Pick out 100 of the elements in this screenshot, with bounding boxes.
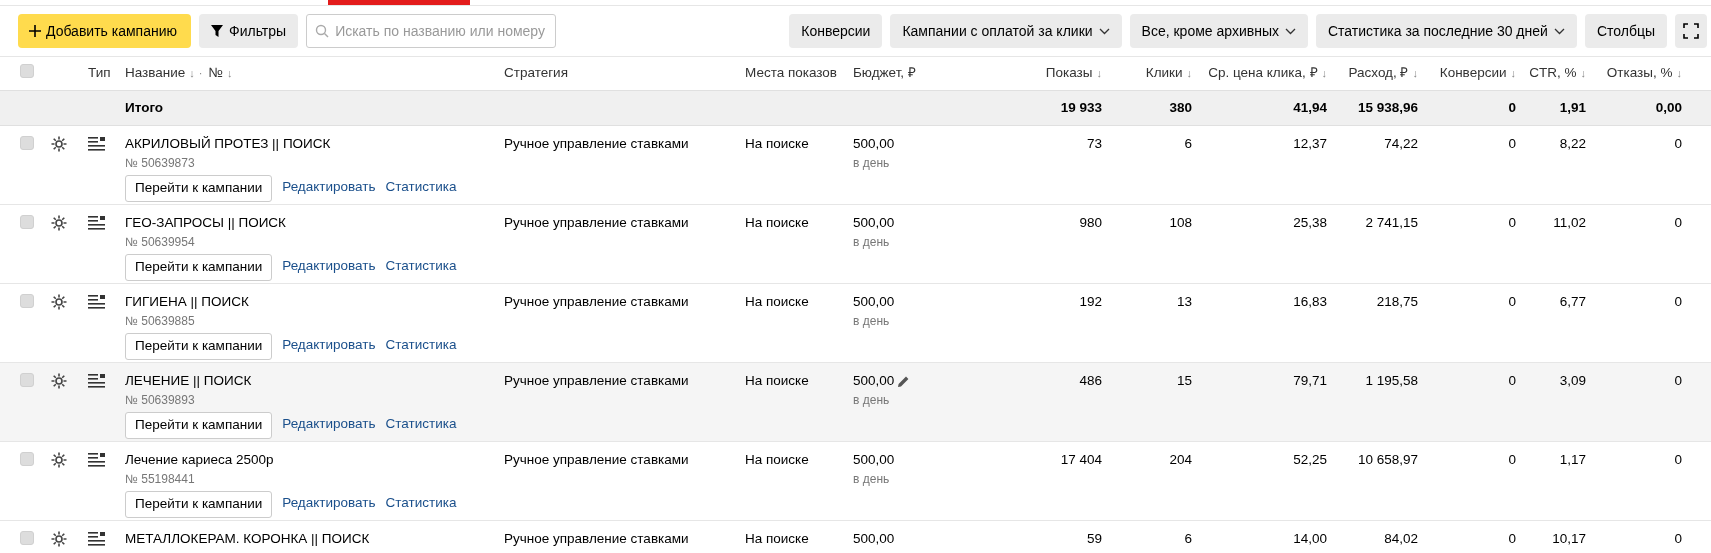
column-header[interactable]: Клики [1145,65,1183,81]
stat-value: 10 658,97 [1357,452,1418,467]
sort-arrow[interactable]: ↓ [1580,67,1586,80]
funnel-icon [211,25,224,37]
stat-value: 3,09 [1559,373,1586,388]
column-header[interactable]: № [208,65,223,81]
stat-value: 12,37 [1293,136,1327,151]
total-value: 15 938,96 [1357,99,1418,115]
campaign-name[interactable]: АКРИЛОВЫЙ ПРОТЕЗ || ПОИСК [125,134,504,155]
go-to-campaign-button[interactable]: Перейти к кампании [125,491,273,518]
stat-value: 0 [1508,452,1516,467]
placement-text: На поиске [745,373,809,388]
column-header[interactable]: Расход, ₽ [1348,65,1409,81]
checkbox[interactable] [20,373,34,387]
checkbox[interactable] [20,294,34,308]
stat-value: 0 [1508,215,1516,230]
sort-arrow[interactable]: ↓ [189,67,195,80]
column-header[interactable]: CTR, % [1529,65,1577,81]
checkbox[interactable] [20,215,34,229]
text-ad-icon [88,532,105,547]
strategy-text: Ручное управление ставками [504,373,689,388]
stat-value: 486 [1079,373,1102,388]
action-link[interactable]: Редактировать [282,413,376,434]
budget-amount: 500,00 [853,293,895,311]
campaign-name[interactable]: ЛЕЧЕНИЕ || ПОИСК [125,371,504,392]
sort-arrow[interactable]: ↓ [1412,67,1418,80]
fullscreen-button[interactable] [1675,14,1707,48]
fullscreen-icon [1683,23,1699,39]
action-link[interactable]: Статистика [385,255,457,276]
action-link[interactable]: Редактировать [282,255,376,276]
sort-arrow[interactable]: ↓ [1510,67,1516,80]
stat-value: 14,00 [1293,531,1327,546]
sort-arrow[interactable]: ↓ [1321,67,1327,80]
strategy-text: Ручное управление ставками [504,452,689,467]
sort-arrow[interactable]: ↓ [227,67,233,80]
budget-amount: 500,00 [853,451,895,469]
search-field[interactable]: Искать по названию или номеру [306,14,557,48]
stat-value: 6,77 [1559,294,1586,309]
column-header[interactable]: Ср. цена клика, ₽ [1208,65,1318,81]
total-value: 0,00 [1655,99,1682,115]
campaign-number: № 50639885 [125,313,196,331]
column-header[interactable]: Тип [88,65,111,81]
go-to-campaign-button[interactable]: Перейти к кампании [125,175,273,202]
campaign-number: № 55198441 [125,471,196,489]
checkbox[interactable] [20,136,34,150]
toolbar-dropdown-button[interactable]: Все, кроме архивных [1129,14,1308,48]
gear-icon [50,530,68,549]
stat-value: 0 [1674,373,1682,388]
stat-value: 0 [1508,136,1516,151]
sort-arrow[interactable]: ↓ [1096,67,1102,80]
stat-value: 16,83 [1293,294,1327,309]
action-link[interactable]: Редактировать [282,492,376,513]
column-header[interactable]: Показы [1045,65,1093,81]
toolbar-dropdown-button[interactable]: Столбцы [1584,14,1667,48]
toolbar-dropdown-button[interactable]: Конверсии [789,14,883,48]
action-link[interactable]: Статистика [385,176,457,197]
budget-amount: 500,00 [853,135,895,153]
action-link[interactable]: Статистика [385,492,457,513]
campaign-name[interactable]: МЕТАЛЛОКЕРАМ. КОРОНКА || ПОИСК [125,529,504,550]
pencil-icon [897,375,909,387]
column-header[interactable]: Стратегия [504,65,568,81]
stat-value: 8,22 [1559,136,1586,151]
toolbar-dropdown-button[interactable]: Статистика за последние 30 дней [1315,14,1577,48]
checkbox[interactable] [20,452,34,466]
action-link[interactable]: Статистика [385,334,457,355]
stat-value: 79,71 [1293,373,1327,388]
campaign-name[interactable]: ГИГИЕНА || ПОИСК [125,292,504,313]
toolbar-dropdown-button[interactable]: Кампании с оплатой за клики [890,14,1122,48]
text-ad-icon [88,295,105,310]
sort-arrow[interactable]: ↓ [1186,67,1192,80]
add-campaign-button[interactable]: Добавить кампанию [18,14,192,48]
campaign-name[interactable]: Лечение кариеса 2500р [125,450,504,471]
checkbox[interactable] [20,64,34,79]
column-header[interactable]: Места показов [745,65,838,81]
column-header[interactable]: Отказы, % [1606,65,1673,81]
total-value: 0 [1508,99,1516,115]
action-link[interactable]: Редактировать [282,176,376,197]
column-header[interactable]: Конверсии [1439,65,1507,81]
stat-value: 13 [1176,294,1192,309]
separator-dot: · [198,67,203,80]
action-link[interactable]: Редактировать [282,334,376,355]
go-to-campaign-button[interactable]: Перейти к кампании [125,333,273,360]
strategy-text: Ручное управление ставками [504,215,689,230]
placement-text: На поиске [745,452,809,467]
go-to-campaign-button[interactable]: Перейти к кампании [125,254,273,281]
checkbox[interactable] [20,531,34,545]
column-header[interactable]: Название [125,65,186,81]
column-header[interactable]: Бюджет, ₽ [853,65,916,81]
budget-period: в день [853,313,891,331]
action-link[interactable]: Статистика [385,413,457,434]
filters-button[interactable]: Фильтры [199,14,299,48]
placement-text: На поиске [745,294,809,309]
text-ad-icon [88,453,105,468]
sort-arrow[interactable]: ↓ [1676,67,1682,80]
total-value: 41,94 [1293,99,1327,115]
stat-value: 0 [1674,294,1682,309]
total-value: 19 933 [1060,99,1102,115]
go-to-campaign-button[interactable]: Перейти к кампании [125,412,273,439]
campaign-name[interactable]: ГЕО-ЗАПРОСЫ || ПОИСК [125,213,504,234]
text-ad-icon [88,216,105,231]
